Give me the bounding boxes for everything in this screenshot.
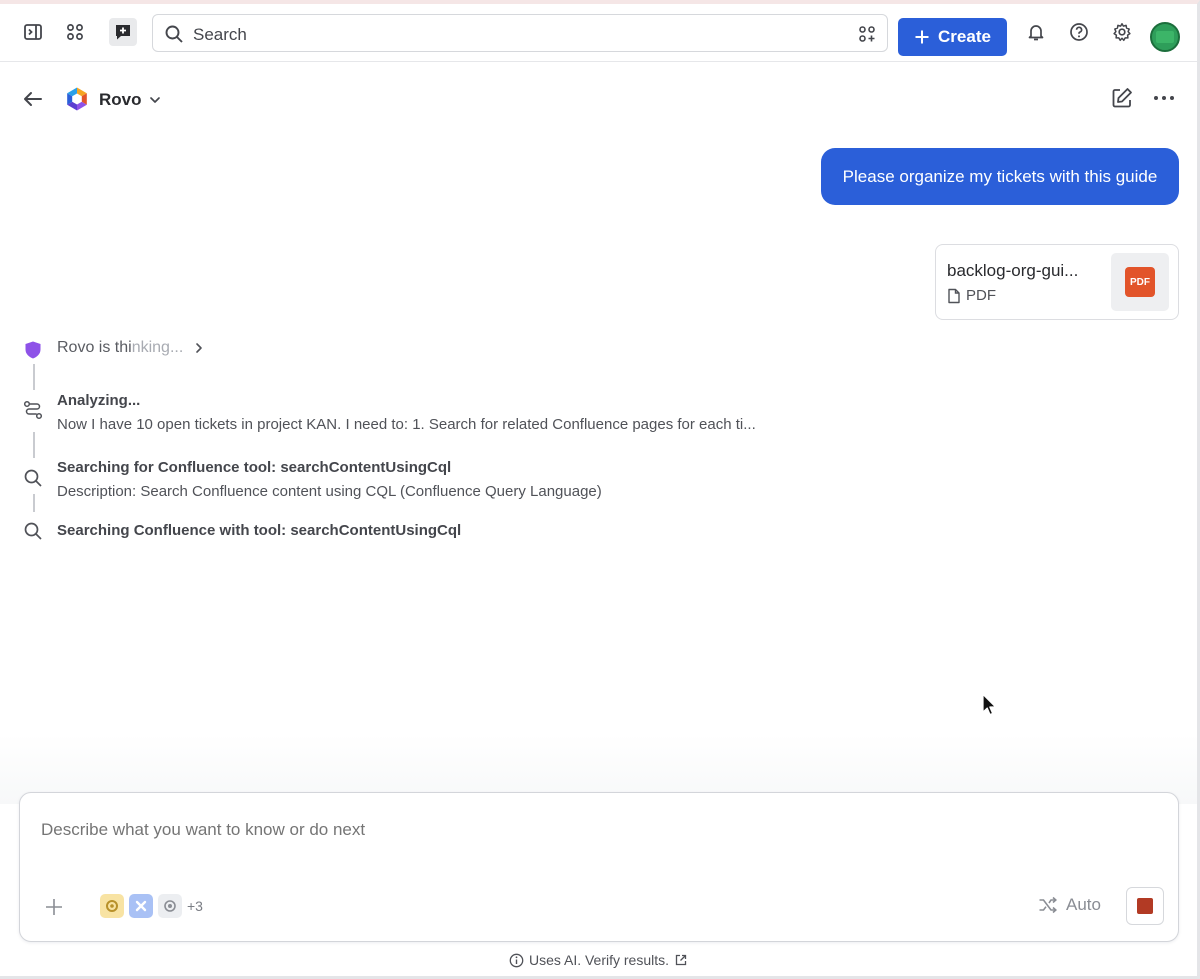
- rovo-chat-icon[interactable]: [109, 18, 137, 46]
- edit-icon[interactable]: [1110, 86, 1134, 110]
- thinking-status-text-fade: nking...: [131, 339, 184, 356]
- search-icon: [23, 521, 43, 541]
- attachment-card[interactable]: backlog-org-gui... PDF PDF: [935, 244, 1179, 320]
- rovo-shield-icon: [23, 340, 43, 360]
- more-options-icon[interactable]: [1152, 88, 1176, 108]
- rovo-logo-icon: [64, 86, 90, 112]
- step-title: Searching Confluence with tool: searchCo…: [57, 522, 462, 539]
- bell-icon[interactable]: [1022, 18, 1050, 46]
- attachment-file-name: backlog-org-gui...: [947, 261, 1079, 280]
- tool-icon: [164, 900, 176, 912]
- analyze-icon: [23, 400, 43, 420]
- attachment-file-type: PDF: [966, 287, 996, 304]
- tool-icon: [135, 900, 147, 912]
- search-input[interactable]: Search: [193, 25, 247, 45]
- mode-selector[interactable]: Auto: [1038, 895, 1101, 915]
- search-bar[interactable]: Search: [152, 14, 888, 52]
- thinking-status[interactable]: Rovo is thinking...: [57, 339, 205, 357]
- file-icon: [947, 288, 961, 304]
- step-description: Description: Search Confluence content u…: [57, 483, 602, 500]
- shuffle-icon: [1038, 896, 1058, 914]
- tool-icon: [106, 900, 118, 912]
- back-arrow-icon[interactable]: [20, 86, 46, 112]
- search-icon: [23, 468, 43, 488]
- add-attachment-icon[interactable]: [44, 897, 64, 917]
- info-icon: [509, 953, 524, 968]
- stop-icon: [1137, 898, 1153, 914]
- create-button-label: Create: [938, 27, 991, 46]
- create-button[interactable]: Create: [898, 18, 1007, 56]
- tool-chip-jira[interactable]: [129, 894, 153, 918]
- top-navigation: Search Create: [0, 4, 1197, 62]
- app-window: Search Create Rovo Please organize my ti…: [0, 0, 1200, 979]
- timeline-connector: [33, 432, 35, 458]
- thinking-status-text: Rovo is thi: [57, 339, 132, 356]
- avatar[interactable]: [1150, 22, 1180, 52]
- stop-generating-button[interactable]: [1126, 887, 1164, 925]
- gear-icon[interactable]: [1108, 18, 1136, 46]
- pdf-icon: PDF: [1125, 267, 1155, 297]
- plus-icon: [915, 30, 929, 44]
- tool-chip-web[interactable]: [158, 894, 182, 918]
- message-composer: +3 Auto: [19, 792, 1179, 942]
- mouse-cursor-icon: [981, 693, 997, 717]
- step-title: Searching for Confluence tool: searchCon…: [57, 459, 452, 476]
- ai-disclaimer-text: Uses AI. Verify results.: [528, 952, 670, 968]
- user-message-bubble: Please organize my tickets with this gui…: [821, 148, 1179, 205]
- mode-label: Auto: [1066, 895, 1101, 914]
- tool-chip-confluence[interactable]: [100, 894, 124, 918]
- help-icon[interactable]: [1065, 18, 1093, 46]
- sidebar-toggle-icon[interactable]: [19, 18, 47, 46]
- more-tools-count[interactable]: +3: [187, 898, 203, 914]
- user-message-text: Please organize my tickets with this gui…: [842, 166, 1158, 186]
- chevron-down-icon[interactable]: [148, 93, 162, 107]
- chat-header: Rovo: [0, 66, 1197, 130]
- timeline-connector: [33, 364, 35, 390]
- external-link-icon[interactable]: [674, 953, 688, 967]
- ai-disclaimer: Uses AI. Verify results.: [0, 952, 1197, 968]
- search-icon: [164, 24, 184, 44]
- timeline-connector: [33, 494, 35, 512]
- message-input[interactable]: [41, 820, 941, 840]
- chevron-right-icon: [193, 341, 205, 355]
- apps-add-icon[interactable]: [857, 24, 877, 44]
- attachment-thumbnail: PDF: [1111, 253, 1169, 311]
- step-title: Analyzing...: [57, 392, 141, 409]
- app-switcher-icon[interactable]: [61, 18, 89, 46]
- step-description: Now I have 10 open tickets in project KA…: [57, 416, 756, 433]
- agent-name[interactable]: Rovo: [99, 90, 142, 110]
